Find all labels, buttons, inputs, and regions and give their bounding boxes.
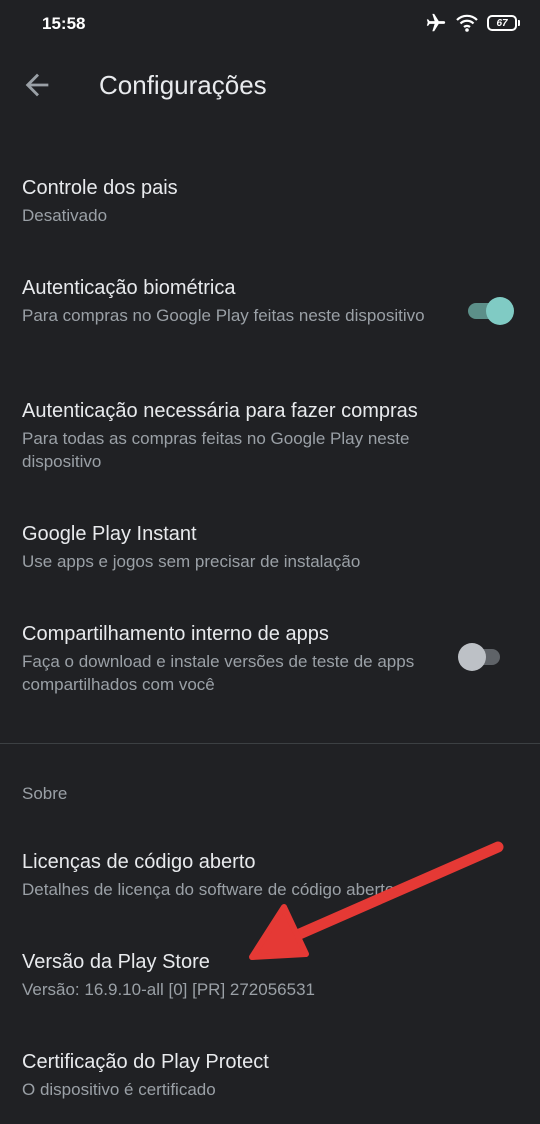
setting-purchase-auth[interactable]: Autenticação necessária para fazer compr… bbox=[22, 398, 492, 473]
setting-subtitle: Para todas as compras feitas no Google P… bbox=[22, 429, 410, 471]
battery-icon: 67 bbox=[487, 15, 520, 31]
setting-title: Certificação do Play Protect bbox=[22, 1051, 269, 1073]
setting-title: Licenças de código aberto bbox=[22, 851, 256, 873]
setting-play-protect[interactable]: Certificação do Play Protect O dispositi… bbox=[22, 1049, 518, 1101]
battery-level: 67 bbox=[496, 17, 508, 29]
wifi-icon bbox=[456, 14, 478, 32]
arrow-back-icon bbox=[25, 73, 49, 97]
setting-title: Versão da Play Store bbox=[22, 951, 210, 973]
setting-title: Autenticação necessária para fazer compr… bbox=[22, 400, 418, 422]
section-header-about: Sobre bbox=[22, 784, 68, 803]
setting-subtitle: Detalhes de licença do software de códig… bbox=[22, 880, 395, 899]
setting-subtitle: O dispositivo é certificado bbox=[22, 1080, 216, 1099]
setting-play-store-version[interactable]: Versão da Play Store Versão: 16.9.10-all… bbox=[22, 949, 518, 1001]
setting-subtitle: Para compras no Google Play feitas neste… bbox=[22, 306, 425, 325]
page-title: Configurações bbox=[99, 70, 267, 100]
setting-subtitle: Use apps e jogos sem precisar de instala… bbox=[22, 552, 361, 571]
setting-subtitle: Faça o download e instale versões de tes… bbox=[22, 652, 415, 694]
internal-app-sharing-toggle[interactable] bbox=[458, 643, 506, 671]
setting-google-play-instant[interactable]: Google Play Instant Use apps e jogos sem… bbox=[22, 521, 518, 573]
app-bar: Configurações bbox=[0, 48, 540, 120]
biometric-auth-toggle[interactable] bbox=[466, 297, 514, 325]
status-icons: 67 bbox=[425, 12, 520, 34]
status-bar: 15:58 67 bbox=[0, 0, 540, 48]
setting-subtitle: Desativado bbox=[22, 206, 108, 225]
setting-title: Controle dos pais bbox=[22, 177, 178, 199]
setting-title: Compartilhamento interno de apps bbox=[22, 623, 329, 645]
setting-title: Autenticação biométrica bbox=[22, 277, 236, 299]
back-button[interactable] bbox=[20, 68, 54, 102]
setting-parental-controls[interactable]: Controle dos pais Desativado bbox=[22, 175, 518, 227]
setting-subtitle: Versão: 16.9.10-all [0] [PR] 272056531 bbox=[22, 980, 315, 999]
airplane-icon bbox=[426, 13, 446, 32]
setting-biometric-auth[interactable]: Autenticação biométrica Para compras no … bbox=[22, 275, 432, 327]
setting-open-source-licenses[interactable]: Licenças de código aberto Detalhes de li… bbox=[22, 849, 518, 901]
status-time: 15:58 bbox=[42, 14, 86, 33]
divider bbox=[0, 743, 540, 744]
setting-title: Google Play Instant bbox=[22, 523, 197, 545]
setting-internal-app-sharing[interactable]: Compartilhamento interno de apps Faça o … bbox=[22, 621, 432, 696]
